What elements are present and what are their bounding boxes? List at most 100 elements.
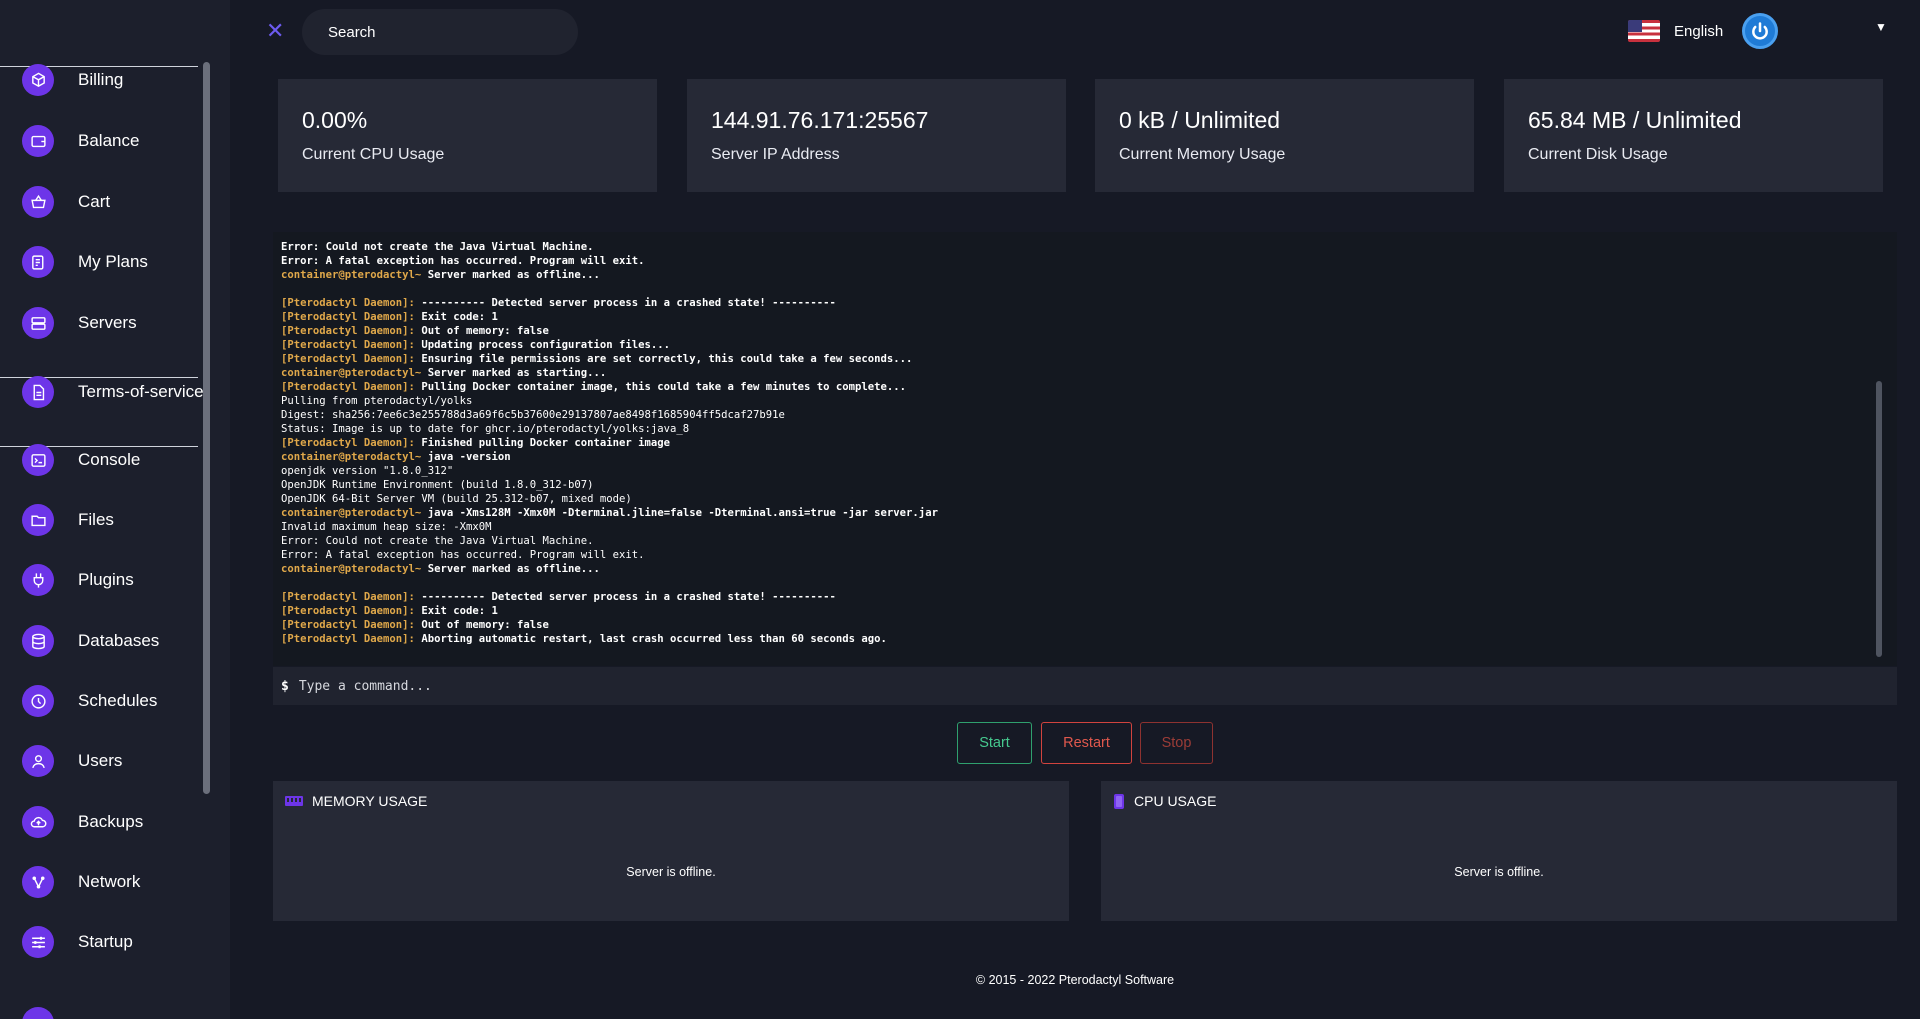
console-line: container@pterodactyl~ java -Xms128M -Xm…: [281, 506, 1897, 520]
power-icon: [1752, 22, 1768, 40]
sidebar-item-plugins[interactable]: Plugins: [22, 562, 202, 598]
console-line: openjdk version "1.8.0_312": [281, 464, 1897, 478]
start-button[interactable]: Start: [957, 722, 1032, 764]
stat-label: Server IP Address: [711, 146, 840, 163]
language-selector[interactable]: English: [1628, 17, 1723, 45]
stat-value: 144.91.76.171:25567: [711, 107, 929, 133]
search-input[interactable]: [302, 9, 578, 55]
panel-message: Server is offline.: [626, 865, 716, 879]
sidebar: Billing Balance Cart My Plans Servers Terms-o…: [0, 0, 230, 1019]
console-line-text: openjdk version "1.8.0_312": [281, 465, 454, 477]
stop-button[interactable]: Stop: [1140, 722, 1213, 764]
console-line-text: Pulling from pterodactyl/yolks: [281, 395, 473, 407]
command-input[interactable]: [298, 678, 1799, 694]
console-line-text: Updating process configuration files...: [414, 339, 671, 351]
console-output[interactable]: Error: Could not create the Java Virtual…: [273, 232, 1897, 666]
console-line-prefix: [Pterodactyl Daemon]:: [281, 353, 415, 365]
stat-value: 65.84 MB / Unlimited: [1528, 107, 1742, 133]
memory-chip-icon: [285, 796, 303, 806]
console-line-text: OpenJDK Runtime Environment (build 1.8.0…: [281, 479, 594, 491]
console-line-text: Error: A fatal exception has occurred. P…: [281, 255, 645, 267]
sidebar-item-backups[interactable]: Backups: [22, 804, 202, 840]
console-line-text: Aborting automatic restart, last crash o…: [414, 633, 887, 645]
sidebar-item-label: Files: [78, 510, 114, 529]
sidebar-item-databases[interactable]: Databases: [22, 623, 202, 659]
console-line-text: Status: Image is up to date for ghcr.io/…: [281, 423, 690, 435]
console-line-prefix: [Pterodactyl Daemon]:: [281, 311, 415, 323]
memory-usage-panel: MEMORY USAGE Server is offline.: [273, 781, 1069, 921]
wallet-icon: [22, 125, 54, 157]
sidebar-item-schedules[interactable]: Schedules: [22, 683, 202, 719]
stat-card-memory: 0 kB / Unlimited Current Memory Usage: [1095, 79, 1474, 192]
sidebar-item-billing[interactable]: Billing: [22, 62, 202, 98]
console-line: Error: A fatal exception has occurred. P…: [281, 548, 1897, 562]
sidebar-item-label: Servers: [78, 313, 137, 332]
sidebar-item-users[interactable]: Users: [22, 743, 202, 779]
panel-message: Server is offline.: [1454, 865, 1544, 879]
console-line: [Pterodactyl Daemon]: Out of memory: fal…: [281, 618, 1897, 632]
panel-title: CPU USAGE: [1134, 793, 1217, 809]
sidebar-item-label: Network: [78, 872, 141, 891]
sidebar-item-partial: [22, 1005, 202, 1019]
console-scrollbar[interactable]: [1876, 381, 1882, 657]
console-line: Invalid maximum heap size: -Xmx0M: [281, 520, 1897, 534]
console-line-text: Error: A fatal exception has occurred. P…: [281, 549, 645, 561]
console-line: [Pterodactyl Daemon]: ---------- Detecte…: [281, 296, 1897, 310]
console-line: Error: Could not create the Java Virtual…: [281, 534, 1897, 548]
sidebar-item-label: Cart: [78, 192, 111, 211]
panel-title: MEMORY USAGE: [312, 793, 428, 809]
sidebar-item-terms-of-service[interactable]: Terms-of-service: [22, 374, 204, 410]
sidebar-item-console[interactable]: Console: [22, 442, 202, 478]
sidebar-item-servers[interactable]: Servers: [22, 305, 202, 341]
sidebar-scrollbar[interactable]: [203, 62, 210, 794]
console-line: [Pterodactyl Daemon]: Aborting automatic…: [281, 632, 1897, 646]
sidebar-item-label: Startup: [78, 932, 133, 951]
logo: [20, 0, 100, 50]
console-line-text: OpenJDK 64-Bit Server VM (build 25.312-b…: [281, 493, 632, 505]
restart-button[interactable]: Restart: [1041, 722, 1132, 764]
console-line-prefix: container@pterodactyl~: [281, 507, 422, 519]
server-icon: [22, 307, 54, 339]
console-line: Digest: sha256:7ee6c3e255788d3a69f6c5b37…: [281, 408, 1897, 422]
console-line: container@pterodactyl~ java -version: [281, 450, 1897, 464]
sidebar-item-label: Terms-of-service: [78, 382, 204, 401]
console-line-prefix: [Pterodactyl Daemon]:: [281, 605, 415, 617]
console-line-text: Out of memory: false: [414, 325, 549, 337]
sidebar-item-network[interactable]: Network: [22, 864, 202, 900]
chevron-down-icon[interactable]: ▼: [1875, 20, 1887, 34]
console-line-text: Exit code: 1: [414, 605, 498, 617]
sidebar-item-startup[interactable]: Startup: [22, 924, 202, 960]
console-line: Status: Image is up to date for ghcr.io/…: [281, 422, 1897, 436]
console-line: [Pterodactyl Daemon]: Exit code: 1: [281, 604, 1897, 618]
command-bar: $: [273, 667, 1897, 705]
console-line-text: Pulling Docker container image, this cou…: [414, 381, 907, 393]
cloud-upload-icon: [22, 806, 54, 838]
console-line: Error: Could not create the Java Virtual…: [281, 240, 1897, 254]
console-line-prefix: container@pterodactyl~: [281, 451, 422, 463]
clock-icon: [22, 685, 54, 717]
console-line-text: Digest: sha256:7ee6c3e255788d3a69f6c5b37…: [281, 409, 785, 421]
sidebar-item-my-plans[interactable]: My Plans: [22, 244, 202, 280]
stat-card-ip: 144.91.76.171:25567 Server IP Address: [687, 79, 1066, 192]
console-line: [Pterodactyl Daemon]: Exit code: 1: [281, 310, 1897, 324]
stat-label: Current Memory Usage: [1119, 146, 1286, 163]
console-line-text: Ensuring file permissions are set correc…: [414, 353, 913, 365]
console-line-prefix: [Pterodactyl Daemon]:: [281, 381, 415, 393]
sidebar-item-files[interactable]: Files: [22, 502, 202, 538]
stat-label: Current Disk Usage: [1528, 146, 1668, 163]
console-line-prefix: [Pterodactyl Daemon]:: [281, 297, 415, 309]
console-line-text: Out of memory: false: [414, 619, 549, 631]
avatar[interactable]: [1742, 13, 1778, 49]
user-icon: [22, 745, 54, 777]
console-line: OpenJDK Runtime Environment (build 1.8.0…: [281, 478, 1897, 492]
stat-label: Current CPU Usage: [302, 146, 445, 163]
close-icon[interactable]: ✕: [266, 18, 284, 44]
console-line-prefix: [Pterodactyl Daemon]:: [281, 325, 415, 337]
console-line: [Pterodactyl Daemon]: ---------- Detecte…: [281, 590, 1897, 604]
sidebar-item-cart[interactable]: Cart: [22, 184, 202, 220]
console-line-prefix: container@pterodactyl~: [281, 269, 422, 281]
cart-icon: [22, 186, 54, 218]
sidebar-item-balance[interactable]: Balance: [22, 123, 202, 159]
